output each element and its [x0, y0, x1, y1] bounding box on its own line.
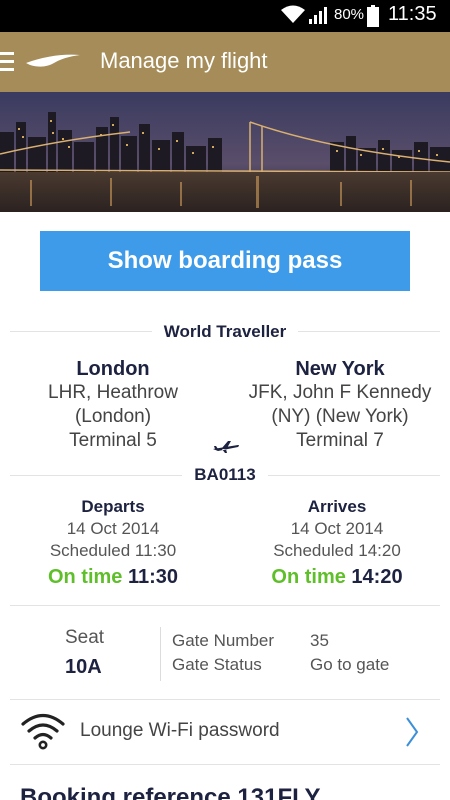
destination-city: New York	[295, 358, 385, 380]
app-header: Manage my flight	[0, 32, 450, 92]
departs-status: On time 11:30	[18, 566, 208, 588]
lounge-wifi-label: Lounge Wi-Fi password	[80, 720, 280, 741]
gate-status-label: Gate Status	[172, 655, 262, 674]
signal-icon	[309, 7, 327, 24]
arrives-status: On time 14:20	[240, 566, 434, 588]
cabin-class-label: World Traveller	[0, 322, 450, 342]
origin-terminal: Terminal 5	[69, 430, 157, 451]
arrives-actual-time: 14:20	[351, 566, 403, 588]
origin-block: London LHR, Heathrow (London) Terminal 5	[18, 357, 208, 453]
seat-value: 10A	[65, 656, 102, 678]
departs-status-text: On time	[47, 566, 123, 588]
battery-percent: 80%	[334, 6, 365, 23]
departs-date: 14 Oct 2014	[66, 519, 160, 538]
destination-airport-city: (NY) (New York)	[271, 406, 409, 427]
seat-label: Seat	[65, 627, 105, 648]
destination-airport: JFK, John F Kennedy	[248, 382, 432, 403]
menu-icon[interactable]	[0, 52, 14, 72]
hero-skyline-image	[0, 92, 450, 212]
wifi-status-icon	[281, 5, 305, 23]
plane-icon	[213, 441, 239, 453]
departs-scheduled: Scheduled 11:30	[49, 541, 177, 560]
arrives-scheduled: Scheduled 14:20	[273, 541, 401, 560]
flight-number-text: BA0113	[182, 465, 268, 484]
chevron-right-icon	[406, 717, 419, 747]
lounge-wifi-row[interactable]: Lounge Wi-Fi password	[0, 700, 450, 764]
status-bar: 80% 11:35	[0, 0, 450, 32]
arrives-block: Arrives 14 Oct 2014 Scheduled 14:20 On t…	[240, 496, 434, 588]
departs-actual-time: 11:30	[127, 566, 179, 588]
destination-block: New York JFK, John F Kennedy (NY) (New Y…	[240, 357, 440, 453]
origin-airport: LHR, Heathrow	[48, 382, 178, 403]
origin-city: London	[76, 358, 150, 380]
destination-terminal: Terminal 7	[296, 430, 384, 451]
arrives-label: Arrives	[307, 497, 367, 516]
battery-icon	[367, 5, 379, 27]
show-boarding-pass-button[interactable]: Show boarding pass	[40, 231, 410, 291]
vertical-divider	[160, 627, 161, 681]
divider	[10, 764, 440, 765]
gate-number-label: Gate Number	[172, 631, 275, 650]
departs-label: Departs	[81, 497, 145, 516]
gate-status-value: Go to gate	[310, 655, 390, 674]
airline-logo	[26, 54, 80, 67]
arrives-date: 14 Oct 2014	[290, 519, 384, 538]
wifi-icon	[21, 713, 65, 750]
arrives-status-text: On time	[271, 566, 346, 588]
page-title: Manage my flight	[100, 48, 268, 73]
cabin-class-text: World Traveller	[151, 322, 299, 341]
departs-block: Departs 14 Oct 2014 Scheduled 11:30 On t…	[18, 496, 208, 588]
booking-reference: Booking reference 131FLY	[20, 784, 321, 800]
gate-number-value: 35	[310, 631, 329, 650]
origin-airport-city: (London)	[74, 406, 152, 427]
flight-number-label: BA0113	[0, 465, 450, 485]
status-clock: 11:35	[388, 3, 437, 25]
divider	[10, 605, 440, 606]
